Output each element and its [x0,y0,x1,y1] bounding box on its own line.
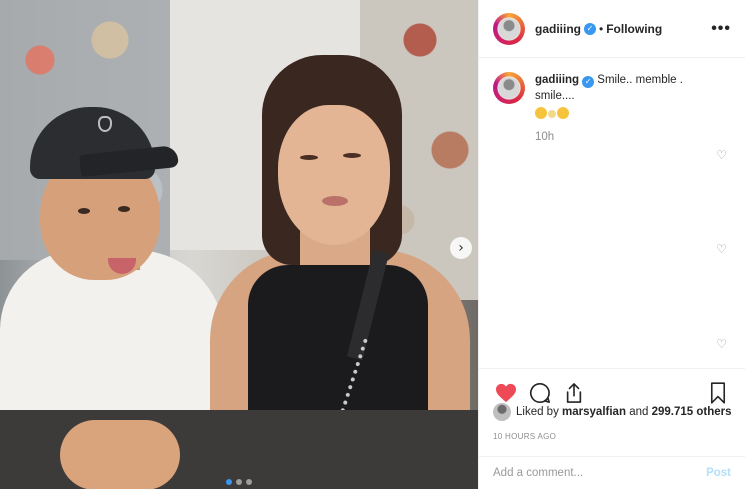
photo-man-eye [78,208,90,214]
grinning-emoji-icon [535,107,547,119]
likes-prefix: Liked by [516,406,559,418]
author-avatar[interactable] [493,12,525,45]
author-avatar-image [498,17,520,40]
caption-comment: gadiiing ✓ Smile.. memble . smile.... [493,72,731,119]
post-comment-button[interactable]: Post [706,467,731,479]
comment-button[interactable] [527,380,553,406]
comment-icon [529,382,550,403]
caption-time[interactable]: 10h [535,131,731,143]
photo-woman-eye [343,153,361,158]
caption-text-block: gadiiing ✓ Smile.. memble . smile.... [535,72,725,119]
smiling-emoji-icon [557,107,569,119]
comments-section[interactable]: gadiiing ✓ Smile.. memble . smile.... 10h… [479,58,745,368]
photo-man-arm [60,420,180,489]
comment-input[interactable] [493,467,707,479]
liker-avatar[interactable] [493,403,511,421]
photo-woman-eye [300,155,318,160]
carousel-indicator [226,479,252,485]
save-button[interactable] [705,380,731,406]
heart-outline-icon[interactable]: ♡ [716,148,727,162]
heart-filled-icon [496,383,516,402]
post-header: gadiiing ✓ • Following ••• [479,0,745,58]
carousel-dot [236,479,242,485]
carousel-dot [246,479,252,485]
share-button[interactable] [561,380,587,406]
caption-emojis [535,107,725,119]
post-side-panel: gadiiing ✓ • Following ••• gadiiing ✓ Smi… [478,0,745,489]
chevron-right-icon: › [458,240,464,256]
header-separator: • [599,21,604,36]
carousel-dot [226,479,232,485]
likes-others-count[interactable]: 299.715 others [652,406,732,418]
heart-outline-icon[interactable]: ♡ [716,337,727,351]
photo-cap-owl-logo [98,116,112,132]
caption-author-username[interactable]: gadiiing [535,74,579,86]
liker-username[interactable]: marsyalfian [562,406,626,418]
carousel-next-button[interactable]: › [450,237,472,259]
caption-author-avatar-image [498,77,520,99]
action-bar [479,368,745,408]
bookmark-icon [710,381,726,404]
verified-badge-icon: ✓ [582,76,595,88]
verified-badge-icon: ✓ [584,22,596,35]
small-emoji-icon [548,110,556,118]
likes-summary: Liked by marsyalfian and 299.715 others [493,403,732,421]
following-button[interactable]: Following [606,22,662,36]
add-comment-bar: Post [479,456,745,489]
post-photo[interactable]: › [0,0,478,489]
post-timestamp[interactable]: 10 HOURS AGO [493,432,556,441]
photo-woman-face [278,105,390,245]
photo-woman-mouth [322,196,348,206]
heart-outline-icon[interactable]: ♡ [716,242,727,256]
likes-connector: and [629,406,649,418]
caption-author-avatar[interactable] [493,72,525,104]
share-icon [566,382,582,403]
author-username[interactable]: gadiiing [535,22,581,36]
like-button[interactable] [493,380,519,406]
more-options-icon[interactable]: ••• [711,20,731,38]
photo-man-eye [118,206,130,212]
